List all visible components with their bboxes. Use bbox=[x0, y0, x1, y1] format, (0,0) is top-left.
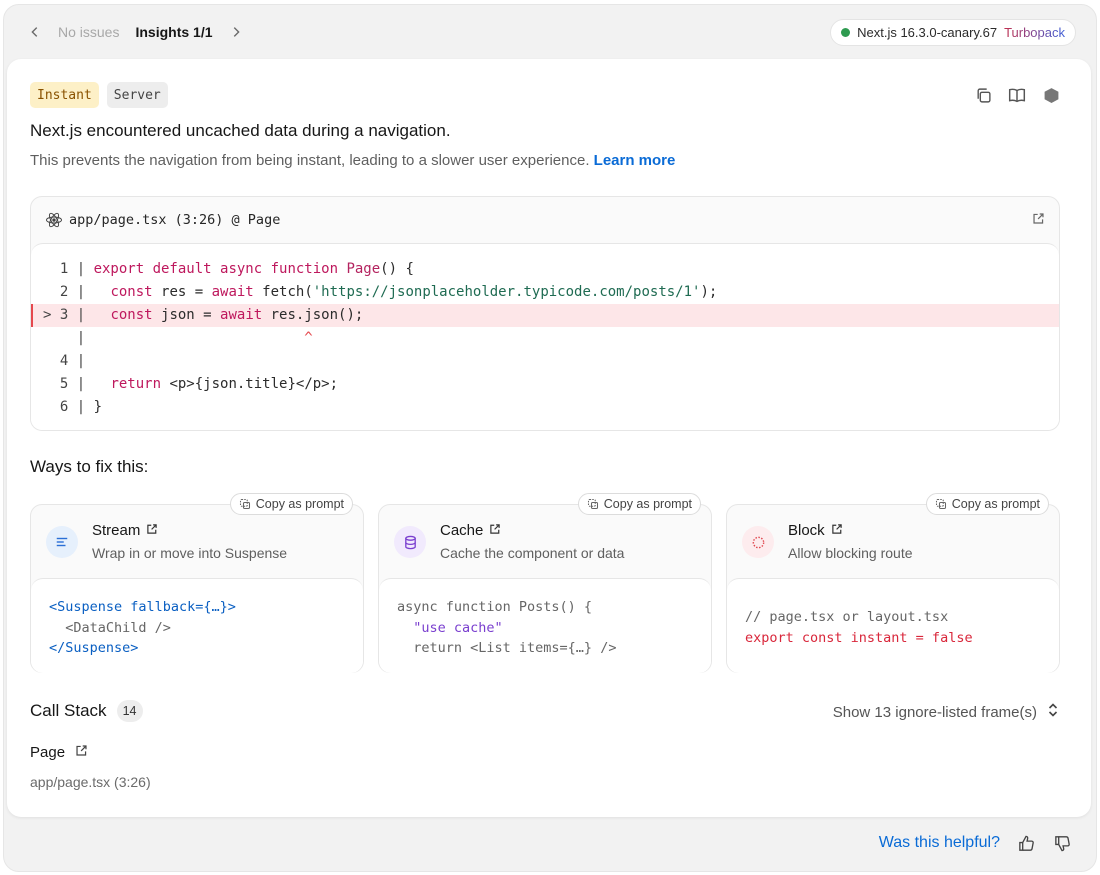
status-dot-icon bbox=[841, 28, 851, 37]
code-line: 5 | return <p>{json.title}</p>; bbox=[43, 376, 339, 392]
fix-name: Cache bbox=[440, 522, 501, 539]
issue-navigation: No issues Insights 1/1 bbox=[22, 14, 249, 50]
insight-card: Instant Server Next.js encountered uncac… bbox=[7, 59, 1091, 817]
description-text: This prevents the navigation from being … bbox=[30, 152, 590, 169]
nextjs-logo-icon[interactable] bbox=[1041, 85, 1061, 105]
code-line: | ^ bbox=[43, 330, 313, 346]
toggle-label: Show 13 ignore-listed frame(s) bbox=[832, 703, 1037, 721]
call-stack-label: Call Stack bbox=[30, 701, 107, 720]
code-snippet: 1 | export default async function Page()… bbox=[31, 243, 1059, 430]
ways-to-fix-title: Ways to fix this: bbox=[30, 457, 149, 476]
fix-name: Stream bbox=[92, 522, 158, 539]
fix-code-snippet: async function Posts() { "use cache" ret… bbox=[379, 578, 711, 673]
call-stack-count: 14 bbox=[116, 700, 143, 722]
fix-description: Wrap in or move into Suspense bbox=[92, 545, 288, 561]
chevron-up-down-icon bbox=[1047, 702, 1059, 722]
server-badge: Server bbox=[106, 82, 168, 108]
code-line: 6 | } bbox=[43, 399, 103, 415]
code-line: 1 | export default async function Page()… bbox=[43, 261, 414, 277]
call-stack-title: Call Stack 14 bbox=[30, 700, 143, 722]
fix-option-block[interactable]: Copy as prompt Block Allow blocking rout… bbox=[726, 493, 1060, 673]
code-line: 2 | const res = await fetch('https://jso… bbox=[43, 284, 718, 300]
no-issues-tab[interactable]: No issues bbox=[58, 24, 119, 40]
copy-icon[interactable] bbox=[973, 85, 993, 105]
frame-name: Page bbox=[30, 744, 66, 761]
fix-description: Cache the component or data bbox=[440, 545, 625, 561]
stream-icon bbox=[46, 526, 78, 558]
fix-option-stream[interactable]: Copy as prompt Stream Wrap in or move in… bbox=[30, 493, 364, 673]
fix-option-cache[interactable]: Copy as prompt Cache Cache the component… bbox=[378, 493, 712, 673]
thumbs-up-icon[interactable] bbox=[1016, 833, 1036, 853]
database-icon bbox=[394, 526, 426, 558]
fix-code-snippet: // page.tsx or layout.tsx export const i… bbox=[727, 578, 1059, 673]
blocking-spinner-icon bbox=[742, 526, 774, 558]
fix-name: Block bbox=[788, 522, 843, 539]
ignore-listed-toggle[interactable]: Show 13 ignore-listed frame(s) bbox=[833, 702, 1059, 722]
thumbs-down-icon[interactable] bbox=[1052, 833, 1072, 853]
fix-code-snippet: <Suspense fallback={…}> <DataChild /> </… bbox=[31, 578, 363, 673]
version-label: Next.js 16.3.0-canary.67 bbox=[857, 25, 998, 40]
feedback-bar: Was this helpful? bbox=[879, 833, 1072, 853]
feedback-question: Was this helpful? bbox=[878, 834, 1000, 851]
external-link-icon[interactable] bbox=[146, 522, 158, 539]
frame-location: app/page.tsx (3:26) bbox=[30, 774, 151, 790]
badge-group: Instant Server bbox=[30, 82, 168, 108]
code-line: 4 | bbox=[43, 353, 94, 369]
card-actions bbox=[973, 85, 1061, 105]
learn-more-link[interactable]: Learn more bbox=[594, 152, 676, 169]
cache-label: Cache bbox=[440, 522, 484, 539]
chevron-right-icon[interactable] bbox=[223, 14, 249, 50]
bundler-label: Turbopack bbox=[1004, 25, 1065, 40]
open-in-editor-icon[interactable] bbox=[1032, 212, 1045, 229]
error-title: Next.js encountered uncached data during… bbox=[30, 121, 451, 140]
code-frame: app/page.tsx (3:26) @ Page 1 | export de… bbox=[30, 196, 1060, 431]
external-link-icon[interactable] bbox=[75, 744, 88, 761]
external-link-icon[interactable] bbox=[489, 522, 501, 539]
instant-badge: Instant bbox=[30, 82, 99, 108]
block-label: Block bbox=[788, 522, 825, 539]
insights-tab[interactable]: Insights 1/1 bbox=[135, 24, 212, 40]
fix-description: Allow blocking route bbox=[788, 545, 913, 561]
external-link-icon[interactable] bbox=[831, 522, 843, 539]
error-description: This prevents the navigation from being … bbox=[30, 152, 675, 169]
react-icon bbox=[45, 211, 63, 229]
docs-book-icon[interactable] bbox=[1007, 85, 1027, 105]
stack-frame[interactable]: Page bbox=[30, 744, 88, 761]
code-frame-header: app/page.tsx (3:26) @ Page bbox=[31, 197, 1059, 243]
code-line-highlighted: > 3 | const json = await res.json(); bbox=[31, 304, 1059, 327]
version-badge[interactable]: Next.js 16.3.0-canary.67 Turbopack bbox=[830, 19, 1076, 46]
code-file-label: app/page.tsx (3:26) @ Page bbox=[69, 212, 281, 228]
chevron-left-icon[interactable] bbox=[22, 14, 48, 50]
stream-label: Stream bbox=[92, 522, 141, 539]
